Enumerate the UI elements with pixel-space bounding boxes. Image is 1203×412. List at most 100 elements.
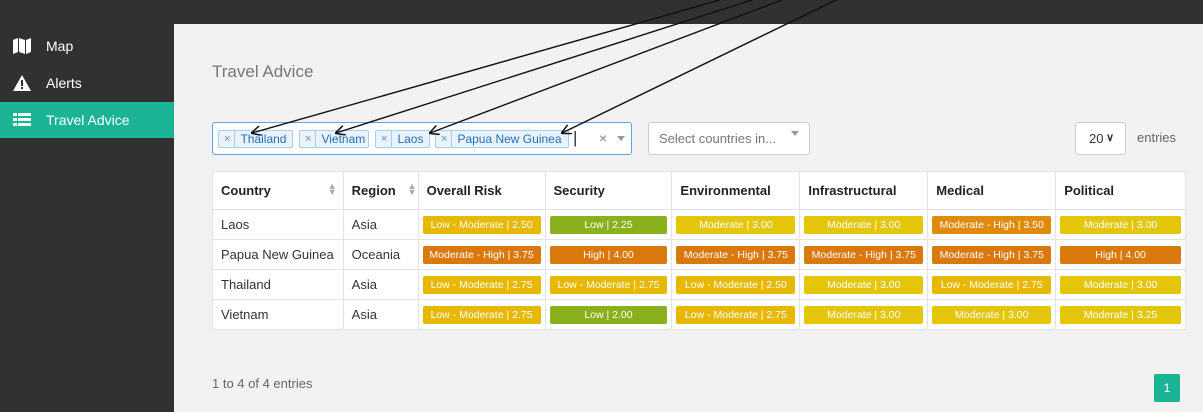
risk-cell: Low | 2.00 bbox=[544, 299, 673, 330]
sidebar: Map Alerts Travel Advice bbox=[0, 24, 174, 412]
sort-icon: ▲ ▼ bbox=[327, 181, 337, 197]
table-row: Papua New Guinea Oceania Moderate - High |… bbox=[212, 239, 1186, 270]
table-row: Vietnam Asia Low - Moderate | 2.75 Low | 2.… bbox=[212, 299, 1186, 330]
country-cell: Laos bbox=[212, 209, 344, 240]
risk-badge: Low | 2.00 bbox=[549, 305, 668, 324]
table-info: 1 to 4 of 4 entries bbox=[212, 376, 313, 391]
risk-badge: Moderate | 3.00 bbox=[1060, 215, 1181, 234]
travel-advice-table: Country ▲ ▼ Region ▲ ▼ Overall Risk Security… bbox=[212, 171, 1186, 330]
tag-thailand[interactable]: × Thailand bbox=[218, 130, 293, 148]
chevron-down-icon[interactable] bbox=[617, 136, 625, 141]
risk-cell: Moderate | 3.00 bbox=[671, 209, 801, 240]
page-length-select[interactable]: 20 ∨ bbox=[1075, 122, 1126, 155]
risk-badge: Low | 2.25 bbox=[549, 215, 668, 234]
risk-badge: Moderate | 3.00 bbox=[804, 215, 924, 234]
table-row: Thailand Asia Low - Moderate | 2.75 Low - M… bbox=[212, 269, 1186, 300]
risk-badge: Moderate - High | 3.50 bbox=[932, 215, 1052, 234]
clear-icon[interactable]: × bbox=[599, 130, 607, 146]
chevron-down-icon: ∨ bbox=[1106, 132, 1115, 144]
column-header-overall-risk[interactable]: Overall Risk bbox=[417, 171, 546, 210]
main-content: Travel Advice × Thailand × Vietnam × Lao… bbox=[174, 24, 1203, 412]
remove-tag-icon[interactable]: × bbox=[376, 131, 393, 147]
risk-cell: Moderate | 3.00 bbox=[799, 299, 929, 330]
risk-badge: Moderate | 3.00 bbox=[1060, 275, 1181, 294]
region-cell: Asia bbox=[342, 299, 419, 330]
risk-badge: Moderate | 3.00 bbox=[932, 305, 1052, 324]
risk-cell: Moderate - High | 3.50 bbox=[927, 209, 1057, 240]
region-select[interactable]: Select countries in... bbox=[648, 122, 810, 155]
remove-tag-icon[interactable]: × bbox=[436, 131, 453, 147]
risk-cell: Moderate | 3.25 bbox=[1055, 299, 1186, 330]
country-multiselect[interactable]: × Thailand × Vietnam × Laos × Papua New … bbox=[212, 122, 632, 155]
column-header-infrastructural[interactable]: Infrastructural bbox=[799, 171, 929, 210]
text-cursor: | bbox=[573, 128, 578, 147]
top-bar bbox=[0, 0, 1203, 24]
sidebar-item-alerts[interactable]: Alerts bbox=[0, 65, 174, 101]
risk-cell: Moderate | 3.00 bbox=[799, 269, 929, 300]
tag-laos[interactable]: × Laos bbox=[375, 130, 430, 148]
risk-cell: Low - Moderate | 2.75 bbox=[927, 269, 1057, 300]
warning-icon bbox=[12, 75, 32, 91]
risk-badge: Moderate - High | 3.75 bbox=[676, 245, 796, 264]
risk-cell: Moderate - High | 3.75 bbox=[417, 239, 546, 270]
risk-cell: Low - Moderate | 2.75 bbox=[417, 299, 546, 330]
risk-cell: High | 4.00 bbox=[544, 239, 673, 270]
risk-badge: Moderate - High | 3.75 bbox=[804, 245, 924, 264]
risk-cell: Moderate | 3.00 bbox=[1055, 209, 1186, 240]
country-cell: Thailand bbox=[212, 269, 344, 300]
risk-badge: Moderate - High | 3.75 bbox=[932, 245, 1052, 264]
risk-badge: High | 4.00 bbox=[1060, 245, 1181, 264]
entries-label: entries bbox=[1137, 130, 1177, 145]
column-header-country[interactable]: Country ▲ ▼ bbox=[212, 171, 344, 210]
sidebar-item-label: Map bbox=[46, 38, 74, 54]
risk-badge: Low - Moderate | 2.75 bbox=[932, 275, 1052, 294]
risk-badge: Low - Moderate | 2.50 bbox=[422, 215, 541, 234]
risk-cell: Moderate | 3.00 bbox=[799, 209, 929, 240]
pagination-page-button[interactable]: 1 bbox=[1154, 374, 1180, 402]
sort-icon: ▲ ▼ bbox=[407, 181, 417, 197]
risk-badge: Low - Moderate | 2.75 bbox=[422, 275, 541, 294]
risk-badge: Moderate - High | 3.75 bbox=[422, 245, 541, 264]
risk-badge: Low - Moderate | 2.75 bbox=[676, 305, 796, 324]
risk-badge: Low - Moderate | 2.50 bbox=[676, 275, 796, 294]
sidebar-item-map[interactable]: Map bbox=[0, 28, 174, 64]
risk-cell: Moderate - High | 3.75 bbox=[927, 239, 1057, 270]
table-row: Laos Asia Low - Moderate | 2.50 Low | 2.25 M… bbox=[212, 209, 1186, 240]
tag-papua-new-guinea[interactable]: × Papua New Guinea bbox=[435, 130, 569, 148]
remove-tag-icon[interactable]: × bbox=[219, 131, 236, 147]
page-title: Travel Advice bbox=[212, 62, 314, 81]
sidebar-item-label: Travel Advice bbox=[46, 112, 130, 128]
tag-vietnam[interactable]: × Vietnam bbox=[299, 130, 369, 148]
risk-cell: Moderate | 3.00 bbox=[927, 299, 1057, 330]
region-cell: Asia bbox=[342, 209, 419, 240]
country-cell: Papua New Guinea bbox=[212, 239, 344, 270]
column-header-environmental[interactable]: Environmental bbox=[671, 171, 801, 210]
risk-badge: Moderate | 3.25 bbox=[1060, 305, 1181, 324]
risk-cell: Low - Moderate | 2.75 bbox=[544, 269, 673, 300]
remove-tag-icon[interactable]: × bbox=[300, 131, 317, 147]
column-header-security[interactable]: Security bbox=[544, 171, 673, 210]
risk-badge: High | 4.00 bbox=[549, 245, 668, 264]
country-cell: Vietnam bbox=[212, 299, 344, 330]
map-icon bbox=[12, 38, 32, 54]
sidebar-item-travel-advice[interactable]: Travel Advice bbox=[0, 102, 174, 138]
risk-cell: Moderate - High | 3.75 bbox=[671, 239, 801, 270]
risk-cell: Low - Moderate | 2.50 bbox=[417, 209, 546, 240]
risk-cell: Low - Moderate | 2.50 bbox=[671, 269, 801, 300]
column-header-region[interactable]: Region ▲ ▼ bbox=[342, 171, 419, 210]
risk-badge: Low - Moderate | 2.75 bbox=[549, 275, 668, 294]
risk-badge: Moderate | 3.00 bbox=[676, 215, 796, 234]
column-header-political[interactable]: Political bbox=[1055, 171, 1186, 210]
risk-badge: Moderate | 3.00 bbox=[804, 305, 924, 324]
column-header-medical[interactable]: Medical bbox=[927, 171, 1057, 210]
list-icon bbox=[12, 113, 32, 127]
risk-badge: Moderate | 3.00 bbox=[804, 275, 924, 294]
region-cell: Asia bbox=[342, 269, 419, 300]
sidebar-item-label: Alerts bbox=[46, 75, 82, 91]
risk-cell: Low | 2.25 bbox=[544, 209, 673, 240]
chevron-down-icon bbox=[791, 131, 799, 136]
risk-cell: Low - Moderate | 2.75 bbox=[671, 299, 801, 330]
risk-cell: High | 4.00 bbox=[1055, 239, 1186, 270]
region-cell: Oceania bbox=[342, 239, 419, 270]
risk-cell: Moderate - High | 3.75 bbox=[799, 239, 929, 270]
